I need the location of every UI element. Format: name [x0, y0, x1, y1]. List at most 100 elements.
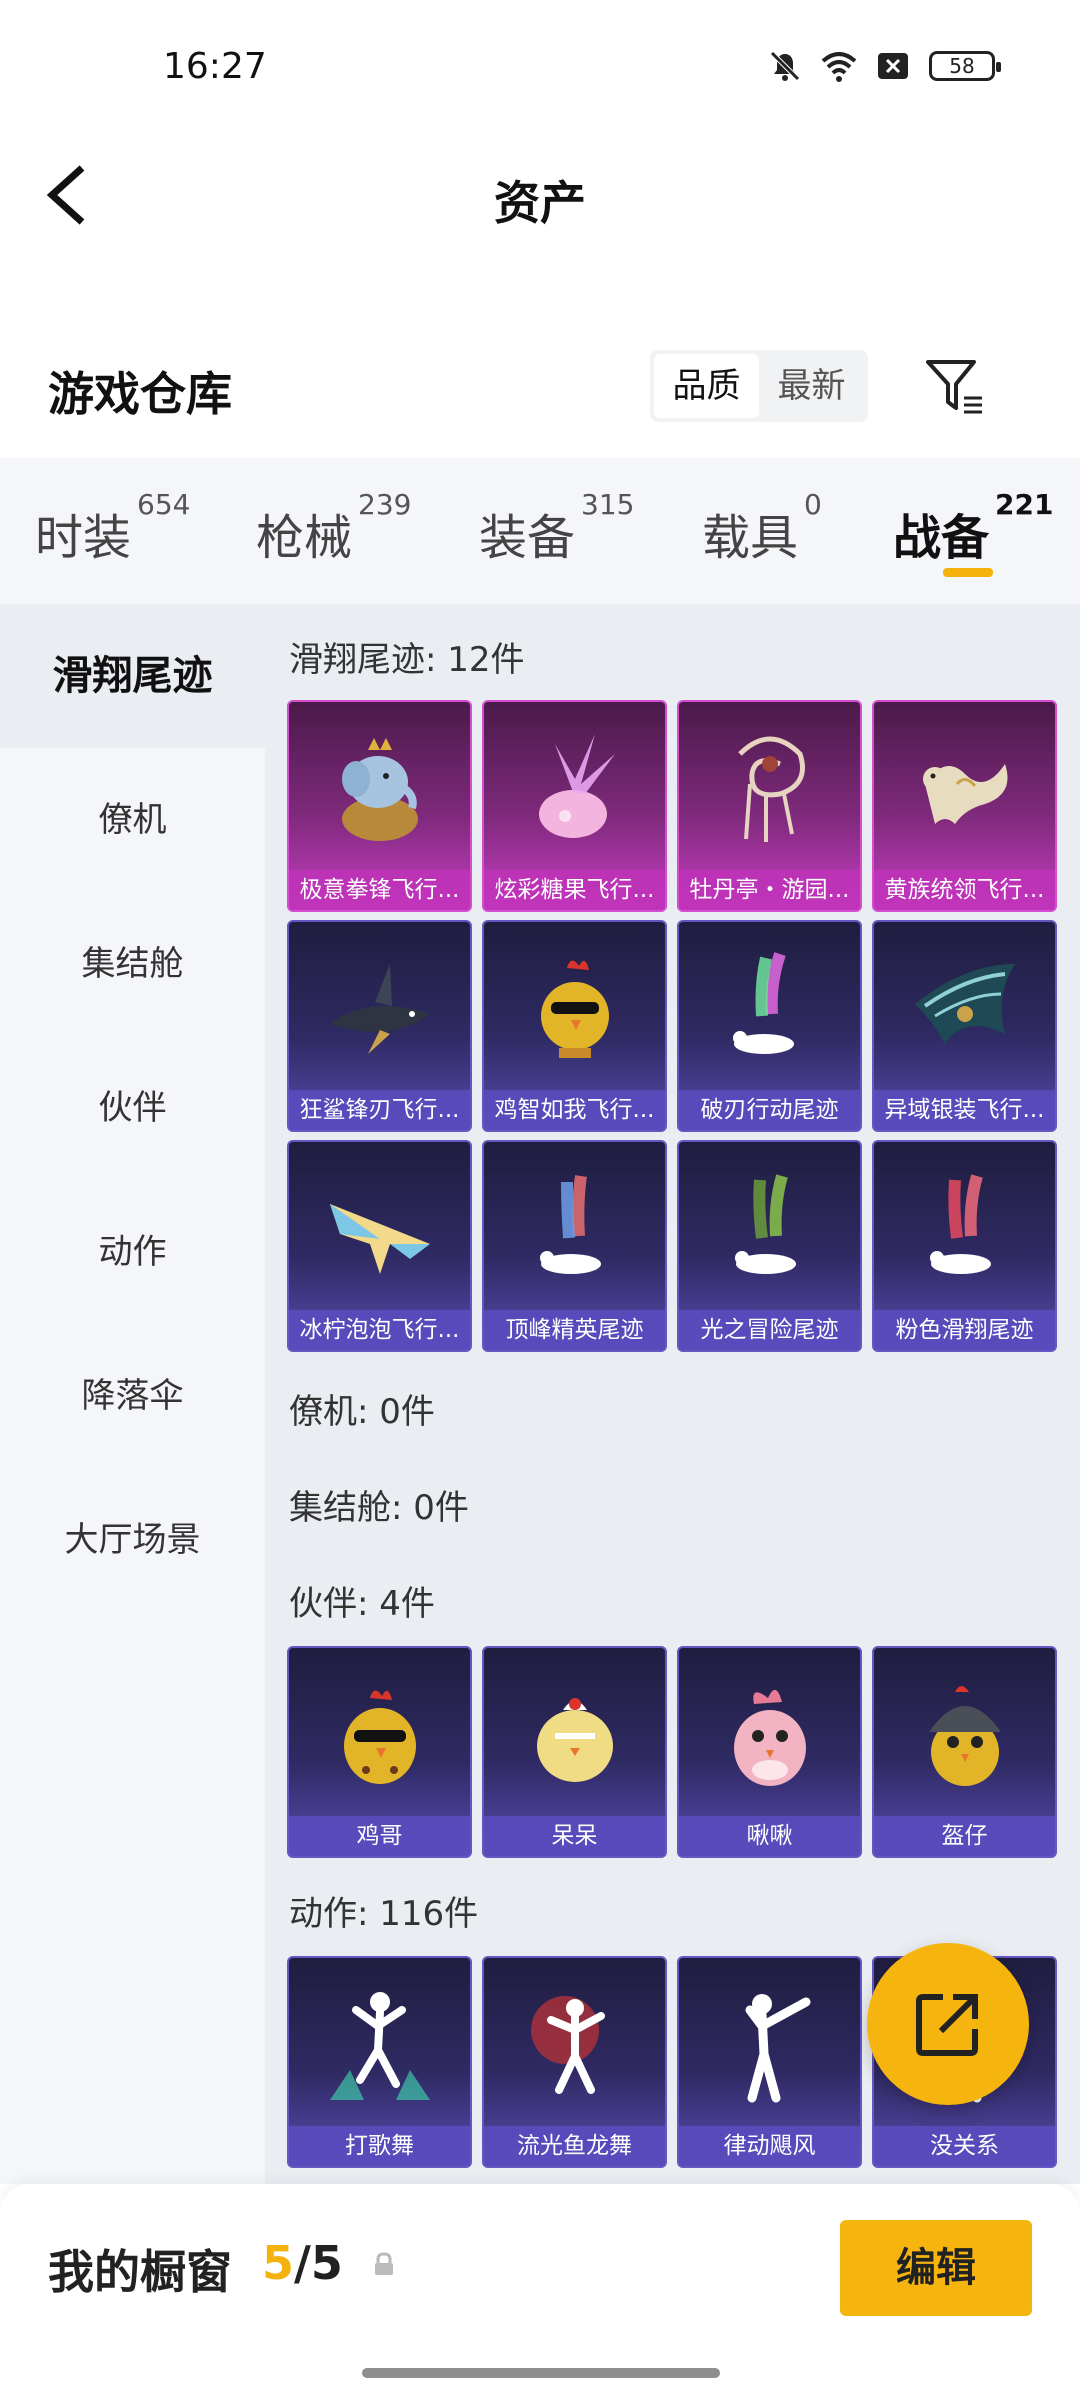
item-card[interactable]: 牡丹亭・游园...	[677, 700, 862, 912]
showcase-count: 5/5	[262, 2236, 343, 2290]
chicken-glider-icon	[540, 960, 609, 1058]
item-card[interactable]: 破刃行动尾迹	[677, 920, 862, 1132]
section-title-companion: 伙伴: 4件	[289, 1584, 435, 1624]
item-name: 打歌舞	[289, 2126, 470, 2166]
sidebar-item-companion[interactable]: 伙伴	[0, 1036, 265, 1180]
item-name: 牡丹亭・游园...	[679, 870, 860, 910]
item-name: 极意拳锋飞行...	[289, 870, 470, 910]
chick-icon	[536, 1698, 613, 1782]
sidebar-item-emote[interactable]: 动作	[0, 1180, 265, 1324]
item-name: 冰柠泡泡飞行...	[289, 1310, 470, 1350]
item-card[interactable]: 黄族统领飞行...	[872, 700, 1057, 912]
item-name: 鸡智如我飞行...	[484, 1090, 665, 1130]
item-name: 呆呆	[484, 1816, 665, 1856]
item-card[interactable]: 顶峰精英尾迹	[482, 1140, 667, 1352]
item-card[interactable]: 打歌舞	[287, 1956, 472, 2168]
share-button[interactable]	[867, 1943, 1029, 2105]
item-name: 异域银装飞行...	[874, 1090, 1055, 1130]
active-tab-indicator	[943, 568, 993, 577]
helmet-chick-icon	[928, 1686, 1001, 1786]
item-name: 狂鲨锋刃飞行...	[289, 1090, 470, 1130]
candy-glider-icon	[538, 734, 615, 838]
tab-guns[interactable]: 枪械239	[256, 488, 411, 568]
item-card[interactable]: 炫彩糖果飞行...	[482, 700, 667, 912]
sidebar-item-parachute[interactable]: 降落伞	[0, 1324, 265, 1468]
sort-toggle: 品质 最新	[650, 350, 868, 422]
shark-glider-icon	[329, 964, 430, 1054]
item-name: 粉色滑翔尾迹	[874, 1310, 1055, 1350]
pose-icon	[745, 1994, 810, 2103]
sidebar-item-lobby-scene[interactable]: 大厅场景	[0, 1468, 265, 1612]
item-card[interactable]: 呆呆	[482, 1646, 667, 1858]
tab-label: 装备	[479, 510, 576, 566]
item-name: 顶峰精英尾迹	[484, 1310, 665, 1350]
mute-bell-icon	[770, 51, 800, 81]
section-title-emote: 动作: 116件	[289, 1894, 479, 1934]
item-name: 黄族统领飞行...	[874, 870, 1055, 910]
section-title-glide-trail: 滑翔尾迹: 12件	[289, 640, 525, 680]
peony-glider-icon	[737, 736, 805, 842]
item-name: 炫彩糖果飞行...	[484, 870, 665, 910]
item-card[interactable]: 光之冒险尾迹	[677, 1140, 862, 1352]
item-name: 流光鱼龙舞	[484, 2126, 665, 2166]
pink-bird-icon	[733, 1689, 806, 1786]
tab-count: 239	[358, 488, 412, 521]
tab-label: 战备	[893, 510, 990, 566]
dragon-glider-icon	[922, 764, 1007, 824]
status-icons: 58	[767, 48, 1001, 84]
lock-icon	[375, 2252, 393, 2275]
item-name: 光之冒险尾迹	[679, 1310, 860, 1350]
home-indicator	[362, 2368, 720, 2378]
item-name: 鸡哥	[289, 1816, 470, 1856]
wifi-icon	[821, 52, 857, 82]
item-card[interactable]: 鸡哥	[287, 1646, 472, 1858]
item-name: 盔仔	[874, 1816, 1055, 1856]
tab-equipment[interactable]: 装备315	[479, 488, 634, 568]
sort-quality-option[interactable]: 品质	[654, 354, 759, 418]
sidebar-item-glide-trail[interactable]: 滑翔尾迹	[0, 604, 265, 748]
rainbow-trail-icon	[732, 952, 794, 1054]
wing-glider-icon	[914, 964, 1015, 1044]
tab-count: 654	[137, 488, 191, 521]
item-card[interactable]: 极意拳锋飞行...	[287, 700, 472, 912]
tab-count: 0	[804, 488, 822, 521]
sidebar-item-wingman[interactable]: 僚机	[0, 748, 265, 892]
section-title-wingman: 僚机: 0件	[289, 1392, 435, 1432]
item-card[interactable]: 鸡智如我飞行...	[482, 920, 667, 1132]
dance-icon	[329, 1992, 430, 2100]
showcase-label: 我的橱窗	[48, 2245, 232, 2299]
battery-icon: 58	[929, 51, 1001, 81]
filter-icon[interactable]	[922, 354, 986, 418]
item-card[interactable]: 盔仔	[872, 1646, 1057, 1858]
item-name: 啾啾	[679, 1816, 860, 1856]
section-title-assembly-pod: 集结舱: 0件	[289, 1488, 469, 1528]
item-card[interactable]: 狂鲨锋刃飞行...	[287, 920, 472, 1132]
item-card[interactable]: 啾啾	[677, 1646, 862, 1858]
item-card[interactable]: 律动飓风	[677, 1956, 862, 2168]
showcase-total: 5	[310, 2236, 343, 2290]
showcase-current: 5	[262, 2236, 295, 2290]
tab-label: 枪械	[256, 510, 353, 566]
item-card[interactable]: 冰柠泡泡飞行...	[287, 1140, 472, 1352]
chicken-sunglasses-icon	[343, 1690, 416, 1784]
tab-fashion[interactable]: 时装654	[35, 488, 190, 568]
sidebar: 滑翔尾迹 僚机 集结舱 伙伴 动作 降落伞 大厅场景	[0, 604, 265, 2184]
sidebar-item-assembly-pod[interactable]: 集结舱	[0, 892, 265, 1036]
item-name: 律动飓风	[679, 2126, 860, 2166]
tab-label: 时装	[35, 510, 132, 566]
status-bar: 16:27 58	[0, 0, 1080, 135]
status-time: 16:27	[163, 46, 267, 87]
item-card[interactable]: 粉色滑翔尾迹	[872, 1140, 1057, 1352]
share-icon	[916, 1994, 978, 2056]
warehouse-title: 游戏仓库	[48, 367, 232, 421]
nav-header: 资产	[0, 135, 1080, 255]
sort-newest-option[interactable]: 最新	[759, 354, 864, 418]
item-card[interactable]: 异域银装飞行...	[872, 920, 1057, 1132]
tab-vehicles[interactable]: 载具0	[702, 488, 822, 568]
edit-button[interactable]: 编辑	[840, 2220, 1032, 2316]
item-card[interactable]: 流光鱼龙舞	[482, 1956, 667, 2168]
pink-trail-icon	[929, 1174, 991, 1274]
page-title: 资产	[494, 176, 586, 230]
tab-battle-gear[interactable]: 战备221	[893, 488, 1053, 568]
category-tabs: 时装654 枪械239 装备315 载具0 战备221	[0, 458, 1080, 604]
